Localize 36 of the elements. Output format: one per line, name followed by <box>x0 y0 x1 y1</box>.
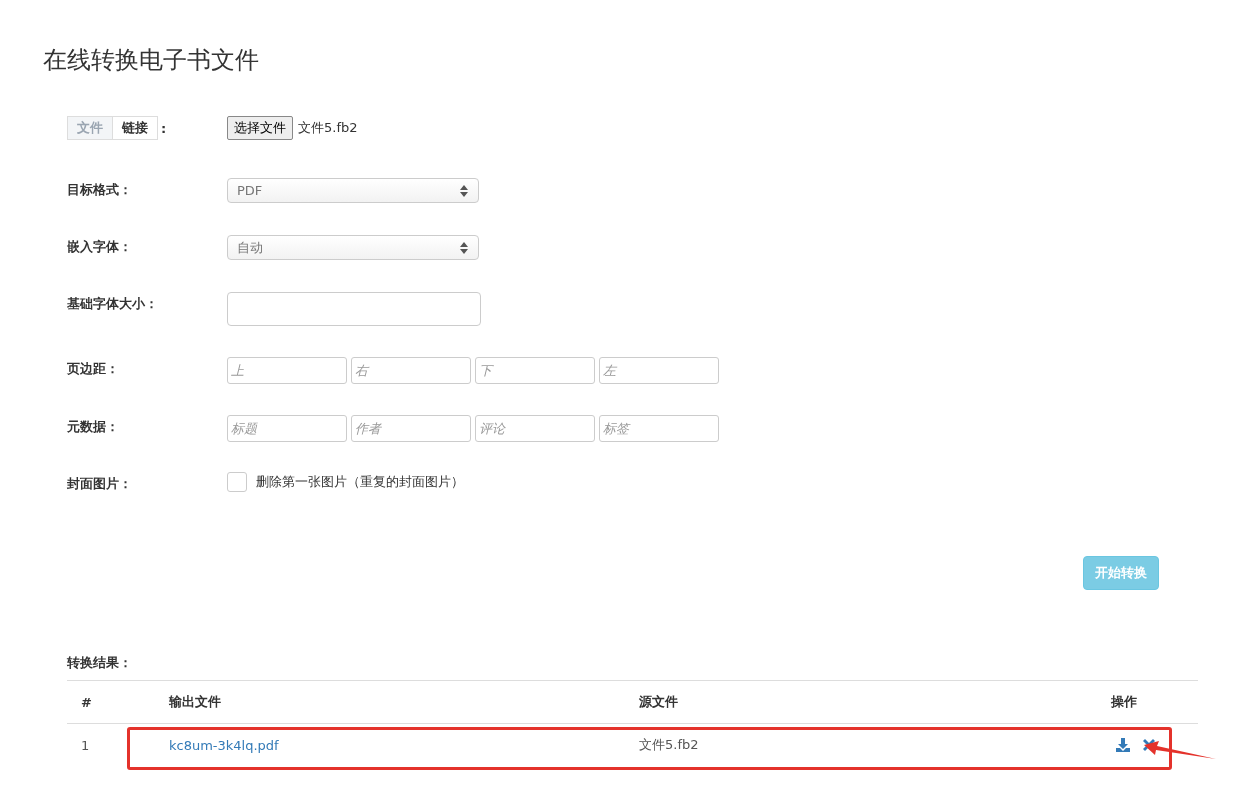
input-field[interactable]: 右 <box>351 357 471 384</box>
column-header: 输出文件 <box>155 680 625 724</box>
select-field[interactable]: PDF <box>227 178 479 203</box>
input-field[interactable]: 上 <box>227 357 347 384</box>
field-label: 嵌入字体： <box>67 238 133 256</box>
sort-arrows-icon <box>460 184 468 197</box>
column-header: 源文件 <box>625 680 1097 724</box>
input-field[interactable]: 标题 <box>227 415 347 442</box>
output-file-link[interactable]: kc8um-3k4lq.pdf <box>169 737 279 753</box>
choose-file-button[interactable]: 选择文件 <box>227 116 293 140</box>
field-label: 封面图片： <box>67 475 133 493</box>
file-name: 文件5.fb2 <box>298 119 358 137</box>
column-header: 操作 <box>1097 680 1198 724</box>
input-field[interactable] <box>227 292 481 326</box>
sort-arrows-icon <box>460 241 468 254</box>
colon: : <box>161 120 167 136</box>
input-field[interactable]: 下 <box>475 357 595 384</box>
source-tab[interactable]: 文件 <box>67 116 113 140</box>
results-label: 转换结果： <box>67 654 133 672</box>
input-field[interactable]: 评论 <box>475 415 595 442</box>
column-header: # <box>67 680 155 724</box>
source-tab[interactable]: 链接 <box>112 116 158 140</box>
input-field[interactable]: 左 <box>599 357 719 384</box>
download-icon[interactable] <box>1115 737 1131 753</box>
input-field[interactable]: 作者 <box>351 415 471 442</box>
field-label: 基础字体大小： <box>67 295 159 313</box>
checkbox[interactable] <box>227 472 247 492</box>
field-label: 元数据： <box>67 418 120 436</box>
table-cell: 文件5.fb2 <box>625 723 1097 766</box>
table-cell: 1 <box>67 723 155 766</box>
field-label: 目标格式： <box>67 181 133 199</box>
page-title: 在线转换电子书文件 <box>42 45 260 76</box>
input-field[interactable]: 标签 <box>599 415 719 442</box>
select-field[interactable]: 自动 <box>227 235 479 260</box>
field-label: 页边距： <box>67 360 120 378</box>
checkbox-label: 删除第一张图片（重复的封面图片） <box>256 473 464 491</box>
